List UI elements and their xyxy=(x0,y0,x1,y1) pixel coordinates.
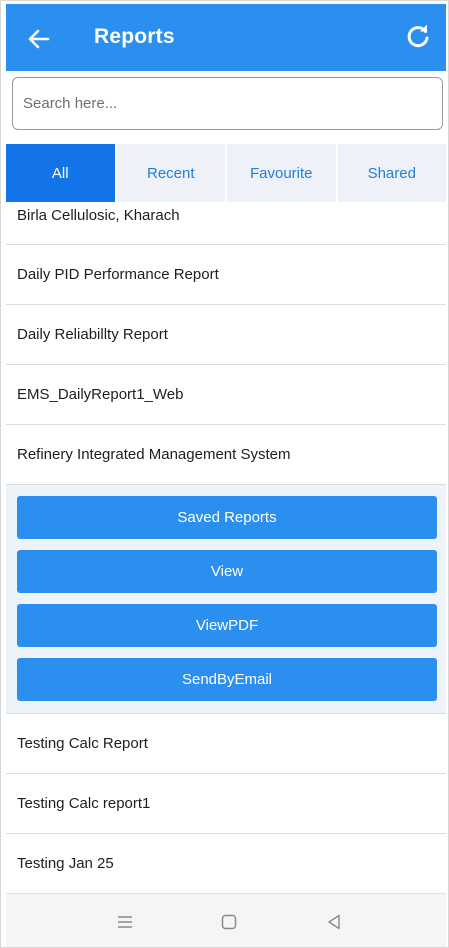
arrow-left-icon[interactable] xyxy=(24,24,54,54)
list-item[interactable]: Daily Reliabillty Report xyxy=(6,305,446,365)
refresh-icon[interactable] xyxy=(403,22,433,52)
tab-bar: All Recent Favourite Shared xyxy=(6,144,446,202)
report-list: Birla Cellulosic, Kharach Daily PID Perf… xyxy=(6,202,446,894)
search-input[interactable] xyxy=(12,77,443,130)
send-by-email-button[interactable]: SendByEmail xyxy=(17,658,437,701)
view-button[interactable]: View xyxy=(17,550,437,593)
menu-icon[interactable] xyxy=(115,912,135,932)
home-square-icon[interactable] xyxy=(219,912,239,932)
system-nav-bar xyxy=(6,893,446,947)
app-bar: Reports xyxy=(6,4,446,71)
list-item[interactable]: EMS_DailyReport1_Web xyxy=(6,365,446,425)
list-item[interactable]: Refinery Integrated Management System xyxy=(6,425,446,485)
tab-shared[interactable]: Shared xyxy=(337,144,446,202)
view-pdf-button[interactable]: ViewPDF xyxy=(17,604,437,647)
tab-favourite[interactable]: Favourite xyxy=(227,144,338,202)
list-item[interactable]: Birla Cellulosic, Kharach xyxy=(6,202,446,245)
app-screen: Reports All Recent Favourite Shared Birl… xyxy=(0,0,449,948)
report-actions-panel: Saved Reports View ViewPDF SendByEmail xyxy=(6,485,446,714)
back-triangle-icon[interactable] xyxy=(324,912,344,932)
tab-all[interactable]: All xyxy=(6,144,117,202)
list-item[interactable]: Testing Calc Report xyxy=(6,714,446,774)
list-item[interactable]: Testing Calc report1 xyxy=(6,774,446,834)
list-item[interactable]: Daily PID Performance Report xyxy=(6,245,446,305)
saved-reports-button[interactable]: Saved Reports xyxy=(17,496,437,539)
list-item[interactable]: Testing Jan 25 xyxy=(6,834,446,894)
page-title: Reports xyxy=(94,25,175,48)
tab-recent[interactable]: Recent xyxy=(116,144,227,202)
